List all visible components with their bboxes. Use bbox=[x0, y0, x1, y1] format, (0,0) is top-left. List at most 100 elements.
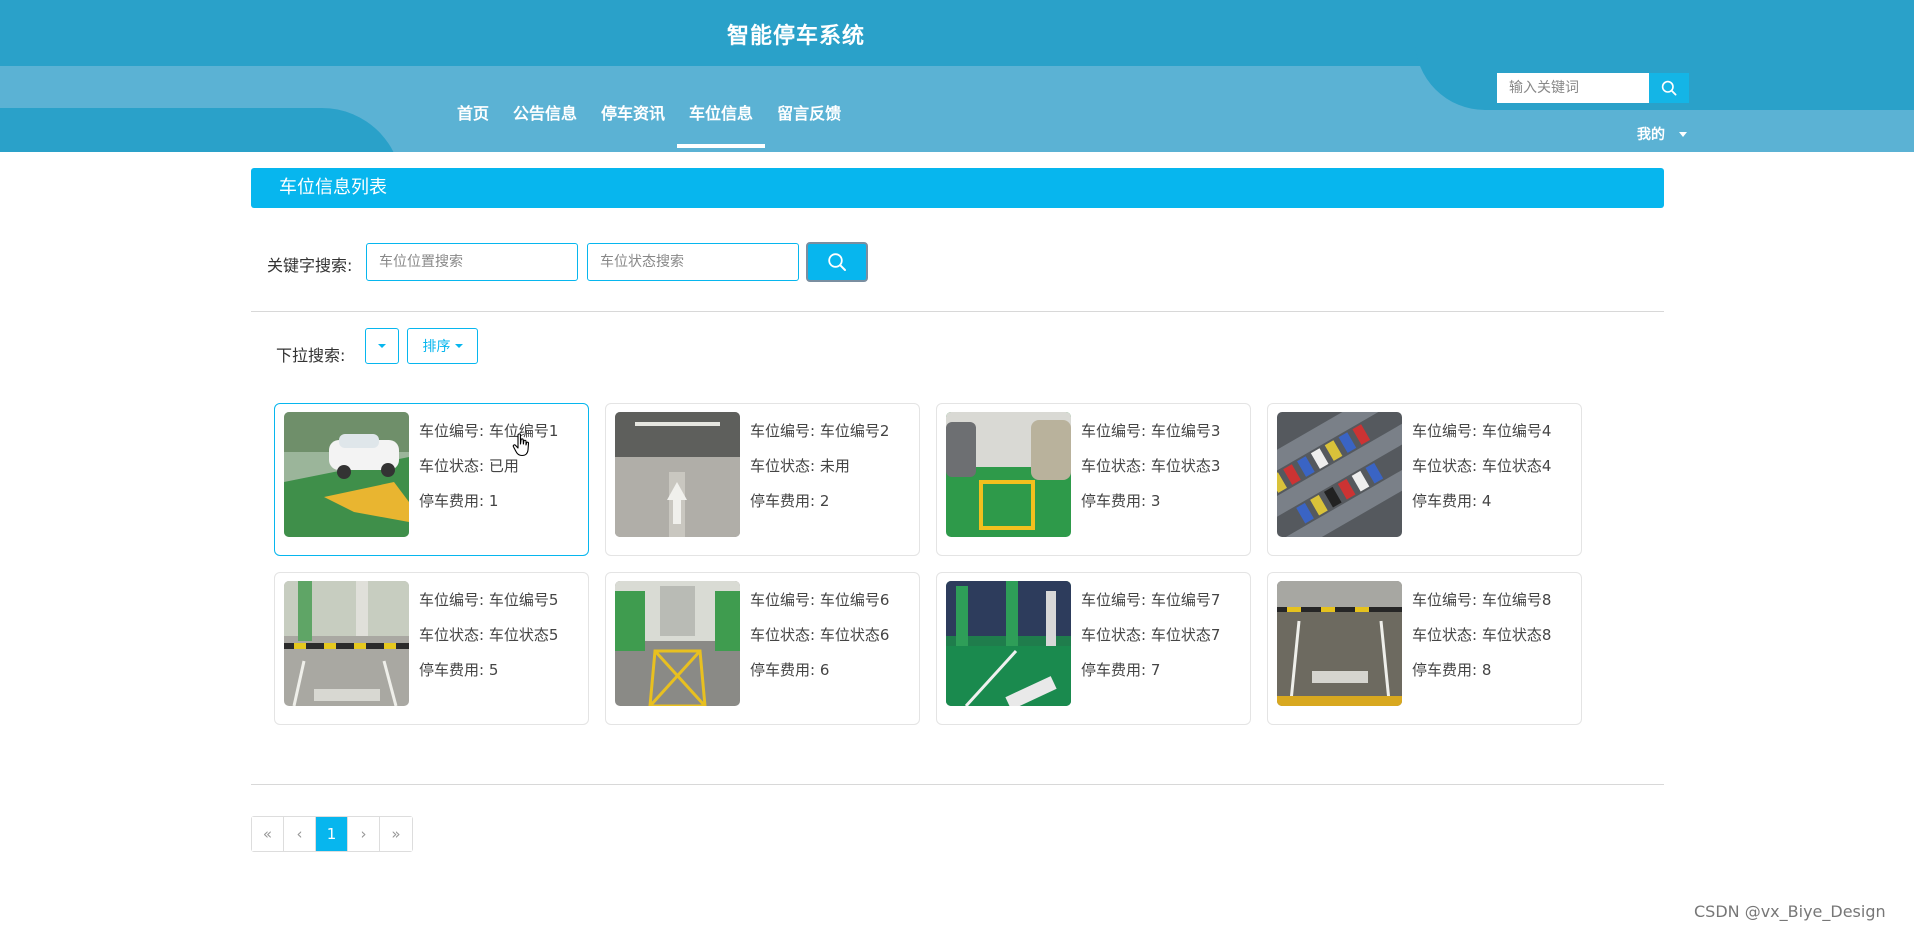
top-search-input[interactable] bbox=[1497, 73, 1649, 103]
next-page-button[interactable]: › bbox=[348, 817, 380, 851]
mine-label: 我的 bbox=[1637, 127, 1665, 143]
parking-space-grid: 车位编号: 车位编号1 车位状态: 已用 停车费用: 1 车位编号: 车位编号2… bbox=[274, 403, 1585, 725]
card-info: 车位编号: 车位编号2 车位状态: 未用 停车费用: 2 bbox=[750, 414, 889, 519]
space-number: 车位编号7 bbox=[1150, 591, 1221, 609]
status-label: 车位状态: bbox=[1081, 626, 1147, 644]
pagination: « ‹ 1 › » bbox=[251, 816, 413, 852]
space-number: 车位编号4 bbox=[1481, 422, 1552, 440]
parking-garage-arrow-image bbox=[615, 412, 740, 537]
card-info: 车位编号: 车位编号7 车位状态: 车位状态7 停车费用: 7 bbox=[1081, 583, 1220, 688]
nav-parking-spaces[interactable]: 车位信息 bbox=[677, 92, 766, 150]
space-status: 已用 bbox=[488, 457, 519, 475]
space-fee: 1 bbox=[488, 492, 499, 510]
nav-announcements[interactable]: 公告信息 bbox=[501, 92, 589, 150]
space-fee: 6 bbox=[819, 661, 830, 679]
site-title: 智能停车系统 bbox=[727, 24, 866, 49]
dropdown-search-label: 下拉搜索: bbox=[276, 346, 346, 365]
nav-parking-news[interactable]: 停车资讯 bbox=[589, 92, 677, 150]
space-status: 车位状态6 bbox=[819, 626, 890, 644]
number-label: 车位编号: bbox=[750, 422, 816, 440]
filter-dropdown-button[interactable] bbox=[365, 328, 399, 364]
last-page-button[interactable]: » bbox=[380, 817, 412, 851]
space-status: 车位状态5 bbox=[488, 626, 559, 644]
header-decor-left bbox=[0, 108, 402, 152]
status-label: 车位状态: bbox=[750, 626, 816, 644]
parking-card[interactable]: 车位编号: 车位编号6 车位状态: 车位状态6 停车费用: 6 bbox=[605, 572, 920, 725]
search-icon bbox=[1661, 80, 1677, 96]
hand-cursor-icon bbox=[512, 433, 530, 457]
parking-card[interactable]: 车位编号: 车位编号2 车位状态: 未用 停车费用: 2 bbox=[605, 403, 920, 556]
space-fee: 4 bbox=[1481, 492, 1492, 510]
status-search-input[interactable] bbox=[587, 243, 799, 281]
space-number: 车位编号6 bbox=[819, 591, 890, 609]
space-status: 车位状态4 bbox=[1481, 457, 1552, 475]
space-fee: 8 bbox=[1481, 661, 1492, 679]
number-label: 车位编号: bbox=[1081, 422, 1147, 440]
parking-card[interactable]: 车位编号: 车位编号4 车位状态: 车位状态4 停车费用: 4 bbox=[1267, 403, 1582, 556]
divider bbox=[251, 311, 1664, 312]
fee-label: 停车费用: bbox=[1412, 492, 1478, 510]
number-label: 车位编号: bbox=[1081, 591, 1147, 609]
space-status: 车位状态3 bbox=[1150, 457, 1221, 475]
chevron-down-icon bbox=[1679, 131, 1687, 137]
space-fee: 5 bbox=[488, 661, 499, 679]
parking-card[interactable]: 车位编号: 车位编号7 车位状态: 车位状态7 停车费用: 7 bbox=[936, 572, 1251, 725]
fee-label: 停车费用: bbox=[419, 492, 485, 510]
number-label: 车位编号: bbox=[419, 591, 485, 609]
section-title: 车位信息列表 bbox=[251, 168, 1664, 208]
mine-menu[interactable]: 我的 bbox=[1637, 124, 1687, 144]
space-status: 未用 bbox=[819, 457, 850, 475]
location-search-input[interactable] bbox=[366, 243, 578, 281]
space-number: 车位编号8 bbox=[1481, 591, 1552, 609]
status-label: 车位状态: bbox=[1412, 626, 1478, 644]
sort-dropdown-button[interactable]: 排序 bbox=[407, 328, 478, 364]
space-fee: 3 bbox=[1150, 492, 1161, 510]
space-number: 车位编号3 bbox=[1150, 422, 1221, 440]
first-page-button[interactable]: « bbox=[252, 817, 284, 851]
fee-label: 停车费用: bbox=[750, 492, 816, 510]
parking-yellow-x-image bbox=[615, 581, 740, 706]
parking-card[interactable]: 车位编号: 车位编号8 车位状态: 车位状态8 停车费用: 8 bbox=[1267, 572, 1582, 725]
space-status: 车位状态7 bbox=[1150, 626, 1221, 644]
search-icon bbox=[828, 253, 846, 271]
status-label: 车位状态: bbox=[1412, 457, 1478, 475]
card-info: 车位编号: 车位编号5 车位状态: 车位状态5 停车费用: 5 bbox=[419, 583, 558, 688]
parking-f007-image bbox=[1277, 581, 1402, 706]
space-status: 车位状态8 bbox=[1481, 626, 1552, 644]
main-nav: 首页 公告信息 停车资讯 车位信息 留言反馈 bbox=[445, 92, 853, 152]
chevron-down-icon bbox=[454, 344, 463, 348]
fee-label: 停车费用: bbox=[750, 661, 816, 679]
page-1-button[interactable]: 1 bbox=[316, 817, 348, 851]
parking-aerial-cars-image bbox=[1277, 412, 1402, 537]
nav-home[interactable]: 首页 bbox=[445, 92, 501, 150]
parking-green-spot-image bbox=[946, 412, 1071, 537]
fee-label: 停车费用: bbox=[419, 661, 485, 679]
keyword-search-button[interactable] bbox=[806, 242, 868, 282]
parking-card[interactable]: 车位编号: 车位编号3 车位状态: 车位状态3 停车费用: 3 bbox=[936, 403, 1251, 556]
number-label: 车位编号: bbox=[419, 422, 485, 440]
space-fee: 2 bbox=[819, 492, 830, 510]
parking-13060-image bbox=[284, 581, 409, 706]
top-search-button[interactable] bbox=[1649, 73, 1689, 103]
parking-green-floor-image bbox=[946, 581, 1071, 706]
divider bbox=[251, 784, 1664, 785]
parking-card[interactable]: 车位编号: 车位编号5 车位状态: 车位状态5 停车费用: 5 bbox=[274, 572, 589, 725]
status-label: 车位状态: bbox=[419, 457, 485, 475]
number-label: 车位编号: bbox=[1412, 591, 1478, 609]
site-header: 智能停车系统 首页 公告信息 停车资讯 车位信息 留言反馈 我的 bbox=[0, 0, 1914, 152]
sort-label: 排序 bbox=[422, 339, 451, 355]
prev-page-button[interactable]: ‹ bbox=[284, 817, 316, 851]
parking-white-car-image bbox=[284, 412, 409, 537]
fee-label: 停车费用: bbox=[1412, 661, 1478, 679]
keyword-search-label: 关键字搜索: bbox=[267, 256, 353, 275]
card-info: 车位编号: 车位编号6 车位状态: 车位状态6 停车费用: 6 bbox=[750, 583, 889, 688]
parking-card[interactable]: 车位编号: 车位编号1 车位状态: 已用 停车费用: 1 bbox=[274, 403, 589, 556]
nav-feedback[interactable]: 留言反馈 bbox=[765, 92, 853, 150]
number-label: 车位编号: bbox=[1412, 422, 1478, 440]
fee-label: 停车费用: bbox=[1081, 661, 1147, 679]
watermark: CSDN @vx_Biye_Design bbox=[1694, 902, 1886, 921]
top-search bbox=[1497, 73, 1689, 103]
space-number: 车位编号2 bbox=[819, 422, 890, 440]
status-label: 车位状态: bbox=[1081, 457, 1147, 475]
fee-label: 停车费用: bbox=[1081, 492, 1147, 510]
